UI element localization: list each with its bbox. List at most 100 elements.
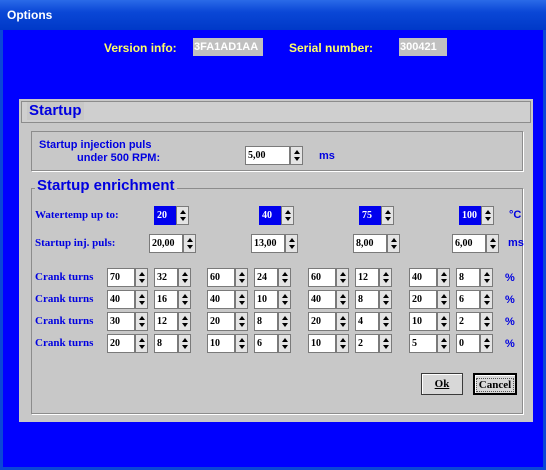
spin-buttons[interactable] bbox=[379, 334, 392, 353]
spin-up-icon[interactable] bbox=[484, 338, 490, 342]
crank-turns-spinner[interactable]: 40 bbox=[409, 268, 450, 287]
spin-buttons[interactable] bbox=[281, 206, 294, 225]
spin-down-icon[interactable] bbox=[340, 279, 346, 283]
crank-percent-spinner-value[interactable]: 2 bbox=[456, 312, 480, 331]
spin-buttons[interactable] bbox=[235, 334, 248, 353]
spin-down-icon[interactable] bbox=[484, 323, 490, 327]
spin-up-icon[interactable] bbox=[441, 294, 447, 298]
crank-turns-spinner[interactable]: 20 bbox=[409, 290, 450, 309]
crank-percent-spinner-value[interactable]: 12 bbox=[154, 312, 178, 331]
spin-buttons[interactable] bbox=[480, 290, 493, 309]
spin-down-icon[interactable] bbox=[391, 245, 397, 249]
spin-up-icon[interactable] bbox=[385, 210, 391, 214]
spin-up-icon[interactable] bbox=[340, 294, 346, 298]
spin-up-icon[interactable] bbox=[391, 238, 397, 242]
spin-down-icon[interactable] bbox=[282, 301, 288, 305]
spin-buttons[interactable] bbox=[379, 312, 392, 331]
spin-down-icon[interactable] bbox=[484, 301, 490, 305]
crank-turns-spinner-value[interactable]: 10 bbox=[409, 312, 437, 331]
spin-buttons[interactable] bbox=[278, 312, 291, 331]
injection-spinner[interactable]: 5,00 bbox=[245, 146, 303, 165]
spin-down-icon[interactable] bbox=[340, 301, 346, 305]
spin-down-icon[interactable] bbox=[182, 323, 188, 327]
spin-buttons[interactable] bbox=[235, 268, 248, 287]
spin-up-icon[interactable] bbox=[441, 338, 447, 342]
spin-down-icon[interactable] bbox=[282, 279, 288, 283]
crank-percent-spinner[interactable]: 16 bbox=[154, 290, 191, 309]
spin-buttons[interactable] bbox=[235, 290, 248, 309]
spin-up-icon[interactable] bbox=[485, 210, 491, 214]
spin-up-icon[interactable] bbox=[187, 238, 193, 242]
crank-turns-spinner[interactable]: 60 bbox=[207, 268, 248, 287]
crank-percent-spinner-value[interactable]: 2 bbox=[355, 334, 379, 353]
spin-buttons[interactable] bbox=[278, 268, 291, 287]
spin-down-icon[interactable] bbox=[383, 279, 389, 283]
crank-percent-spinner[interactable]: 0 bbox=[456, 334, 493, 353]
spin-buttons[interactable] bbox=[336, 334, 349, 353]
spin-buttons[interactable] bbox=[379, 290, 392, 309]
spin-buttons[interactable] bbox=[135, 290, 148, 309]
crank-percent-spinner[interactable]: 2 bbox=[355, 334, 392, 353]
spin-down-icon[interactable] bbox=[441, 279, 447, 283]
spin-down-icon[interactable] bbox=[187, 245, 193, 249]
spin-down-icon[interactable] bbox=[441, 301, 447, 305]
spin-buttons[interactable] bbox=[285, 234, 298, 253]
spin-down-icon[interactable] bbox=[340, 345, 346, 349]
spin-down-icon[interactable] bbox=[139, 345, 145, 349]
watertemp-spinner-3[interactable]: 75 bbox=[359, 206, 394, 225]
spin-up-icon[interactable] bbox=[182, 294, 188, 298]
crank-percent-spinner[interactable]: 8 bbox=[154, 334, 191, 353]
crank-percent-spinner-value[interactable]: 10 bbox=[254, 290, 278, 309]
spin-down-icon[interactable] bbox=[485, 217, 491, 221]
spin-down-icon[interactable] bbox=[383, 345, 389, 349]
injpuls-spinner-1-value[interactable]: 20,00 bbox=[149, 234, 183, 253]
spin-buttons[interactable] bbox=[481, 206, 494, 225]
spin-down-icon[interactable] bbox=[239, 345, 245, 349]
crank-turns-spinner[interactable]: 30 bbox=[107, 312, 148, 331]
spin-buttons[interactable] bbox=[178, 312, 191, 331]
spin-buttons[interactable] bbox=[278, 290, 291, 309]
spin-down-icon[interactable] bbox=[282, 345, 288, 349]
crank-percent-spinner-value[interactable]: 32 bbox=[154, 268, 178, 287]
spin-up-icon[interactable] bbox=[340, 338, 346, 342]
spin-up-icon[interactable] bbox=[282, 316, 288, 320]
crank-turns-spinner-value[interactable]: 5 bbox=[409, 334, 437, 353]
spin-buttons[interactable] bbox=[135, 334, 148, 353]
spin-down-icon[interactable] bbox=[340, 323, 346, 327]
spin-buttons[interactable] bbox=[480, 312, 493, 331]
spin-buttons[interactable] bbox=[437, 312, 450, 331]
crank-percent-spinner-value[interactable]: 8 bbox=[154, 334, 178, 353]
crank-turns-spinner-value[interactable]: 20 bbox=[308, 312, 336, 331]
spin-buttons[interactable] bbox=[235, 312, 248, 331]
spin-down-icon[interactable] bbox=[239, 301, 245, 305]
spin-buttons[interactable] bbox=[437, 290, 450, 309]
crank-turns-spinner[interactable]: 10 bbox=[308, 334, 349, 353]
watertemp-spinner-4[interactable]: 100 bbox=[459, 206, 494, 225]
crank-percent-spinner-value[interactable]: 4 bbox=[355, 312, 379, 331]
spin-up-icon[interactable] bbox=[484, 272, 490, 276]
spin-buttons[interactable] bbox=[381, 206, 394, 225]
injection-value[interactable]: 5,00 bbox=[245, 146, 290, 165]
spin-down-icon[interactable] bbox=[490, 245, 496, 249]
spin-buttons[interactable] bbox=[178, 290, 191, 309]
spin-buttons[interactable] bbox=[176, 206, 189, 225]
spin-up-icon[interactable] bbox=[139, 338, 145, 342]
crank-percent-spinner[interactable]: 6 bbox=[254, 334, 291, 353]
spin-up-icon[interactable] bbox=[340, 316, 346, 320]
crank-turns-spinner-value[interactable]: 70 bbox=[107, 268, 135, 287]
spin-down-icon[interactable] bbox=[139, 279, 145, 283]
spin-buttons[interactable] bbox=[379, 268, 392, 287]
spin-up-icon[interactable] bbox=[340, 272, 346, 276]
crank-turns-spinner[interactable]: 70 bbox=[107, 268, 148, 287]
crank-percent-spinner-value[interactable]: 12 bbox=[355, 268, 379, 287]
spin-buttons[interactable] bbox=[178, 268, 191, 287]
spin-down-icon[interactable] bbox=[239, 279, 245, 283]
spin-down-icon[interactable] bbox=[139, 323, 145, 327]
crank-turns-spinner-value[interactable]: 30 bbox=[107, 312, 135, 331]
crank-percent-spinner[interactable]: 24 bbox=[254, 268, 291, 287]
crank-percent-spinner[interactable]: 32 bbox=[154, 268, 191, 287]
spin-down-icon[interactable] bbox=[285, 217, 291, 221]
spin-up-icon[interactable] bbox=[282, 338, 288, 342]
crank-turns-spinner-value[interactable]: 40 bbox=[409, 268, 437, 287]
watertemp-spinner-1-value[interactable]: 20 bbox=[154, 206, 176, 225]
